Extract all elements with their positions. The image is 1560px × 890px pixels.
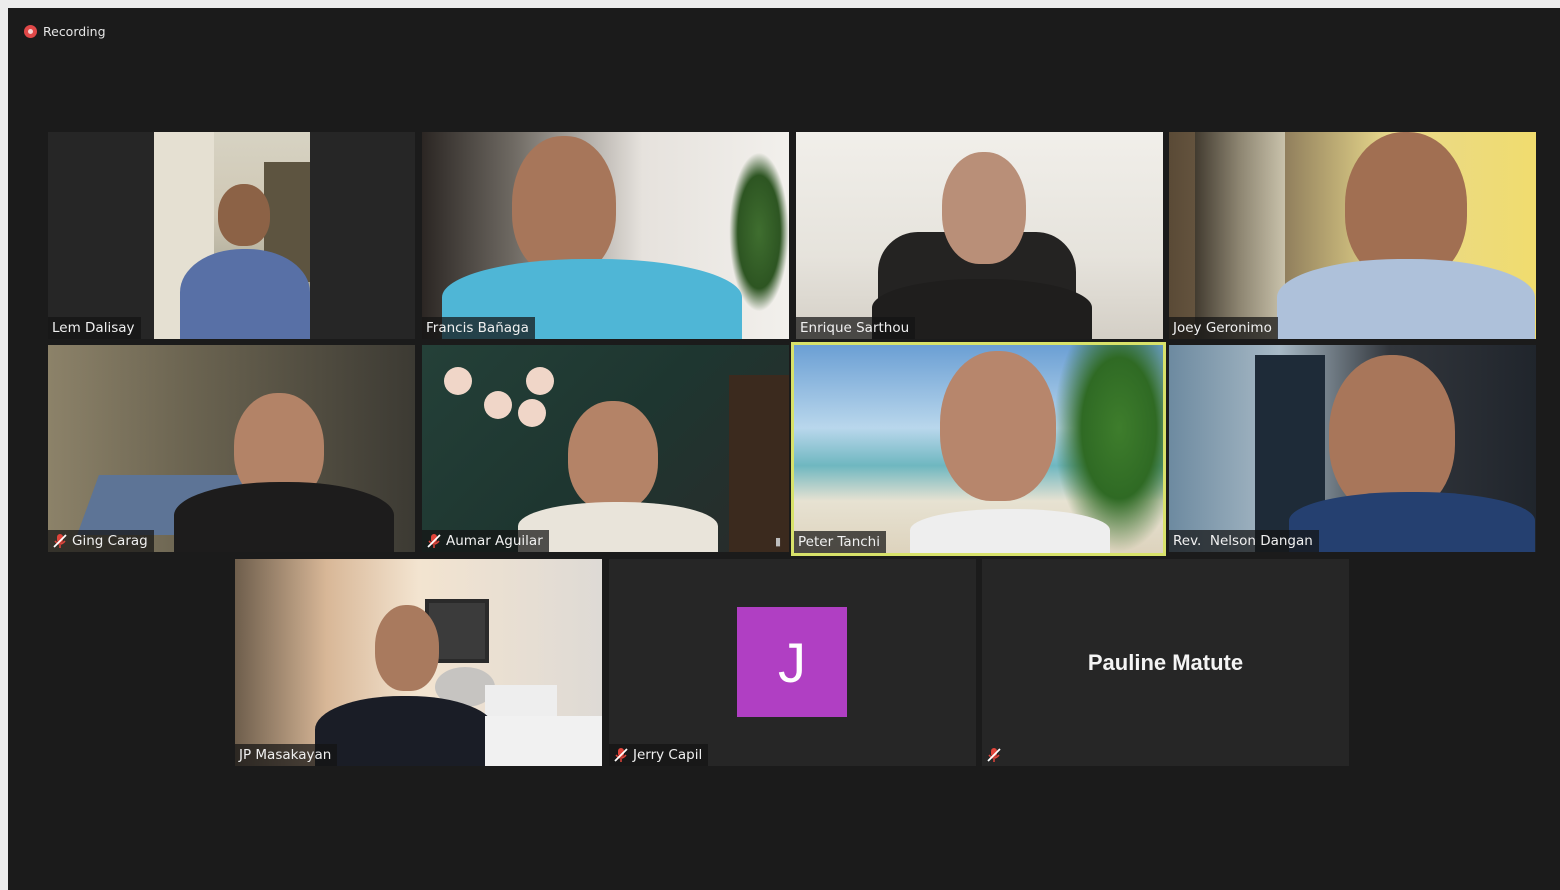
participant-tile-joey-geronimo[interactable]: Joey Geronimo bbox=[1169, 132, 1536, 339]
participant-name: Peter Tanchi bbox=[798, 534, 880, 550]
participant-video bbox=[422, 345, 789, 552]
participant-name-tag: Lem Dalisay bbox=[48, 317, 141, 339]
participant-name-tag: Francis Bañaga bbox=[422, 317, 535, 339]
participant-tile-enrique-sarthou[interactable]: Enrique Sarthou bbox=[796, 132, 1163, 339]
participant-name-tag: JP Masakayan bbox=[235, 744, 338, 766]
participant-avatar: J bbox=[737, 607, 847, 717]
participant-display-name: Pauline Matute bbox=[1087, 649, 1244, 675]
participant-name: Lem Dalisay bbox=[52, 320, 135, 336]
record-icon bbox=[24, 24, 37, 38]
participant-name: Jerry Capil bbox=[633, 747, 703, 763]
participant-name-tag: Enrique Sarthou bbox=[796, 317, 916, 339]
participant-video bbox=[235, 559, 602, 766]
participant-name: Ging Carag bbox=[72, 533, 148, 549]
participant-name-tag: Peter Tanchi bbox=[794, 531, 886, 553]
participant-tile-aumar-aguilar[interactable]: Aumar Aguilar ▮ bbox=[422, 345, 789, 552]
participant-video bbox=[796, 132, 1163, 339]
participant-tile-peter-tanchi[interactable]: Peter Tanchi bbox=[791, 342, 1166, 556]
participant-video bbox=[1169, 132, 1536, 339]
participant-video bbox=[422, 132, 789, 339]
recording-label: Recording bbox=[43, 23, 106, 39]
participant-name: Francis Bañaga bbox=[426, 320, 529, 336]
muted-microphone-icon bbox=[986, 747, 1002, 763]
chat-bubble-icon: ▮ bbox=[775, 535, 782, 548]
participant-tile-pauline-matute[interactable]: Pauline Matute bbox=[982, 559, 1349, 766]
participant-name: Rev. Nelson Dangan bbox=[1173, 533, 1313, 549]
participant-name-tag: Jerry Capil bbox=[609, 744, 709, 766]
participant-name-tag: Joey Geronimo bbox=[1169, 317, 1278, 339]
recording-indicator[interactable]: Recording bbox=[24, 22, 106, 40]
participant-name-tag: Ging Carag bbox=[48, 530, 154, 552]
muted-microphone-icon bbox=[52, 533, 68, 549]
participant-tile-jerry-capil[interactable]: J Jerry Capil bbox=[609, 559, 976, 766]
participant-name: Aumar Aguilar bbox=[446, 533, 543, 549]
participant-name: Joey Geronimo bbox=[1173, 320, 1272, 336]
participant-video bbox=[794, 345, 1163, 553]
muted-microphone-icon bbox=[426, 533, 442, 549]
participant-video bbox=[48, 345, 415, 552]
muted-microphone-icon bbox=[613, 747, 629, 763]
participant-tile-nelson-dangan[interactable]: Rev. Nelson Dangan bbox=[1169, 345, 1536, 552]
participant-name-tag: Aumar Aguilar bbox=[422, 530, 549, 552]
participant-tile-ging-carag[interactable]: Ging Carag bbox=[48, 345, 415, 552]
participant-tile-lem-dalisay[interactable]: Lem Dalisay bbox=[48, 132, 415, 339]
participant-video bbox=[1169, 345, 1536, 552]
participant-name-tag bbox=[982, 744, 1008, 766]
participant-name: Enrique Sarthou bbox=[800, 320, 910, 336]
participant-video bbox=[154, 132, 310, 339]
participant-name: JP Masakayan bbox=[239, 747, 332, 763]
meeting-window: Recording Lem Dalisay Francis Bañaga Enr… bbox=[8, 8, 1560, 890]
participant-tile-francis-banaga[interactable]: Francis Bañaga bbox=[422, 132, 789, 339]
participant-name-tag: Rev. Nelson Dangan bbox=[1169, 530, 1319, 552]
participant-tile-jp-masakayan[interactable]: JP Masakayan bbox=[235, 559, 602, 766]
